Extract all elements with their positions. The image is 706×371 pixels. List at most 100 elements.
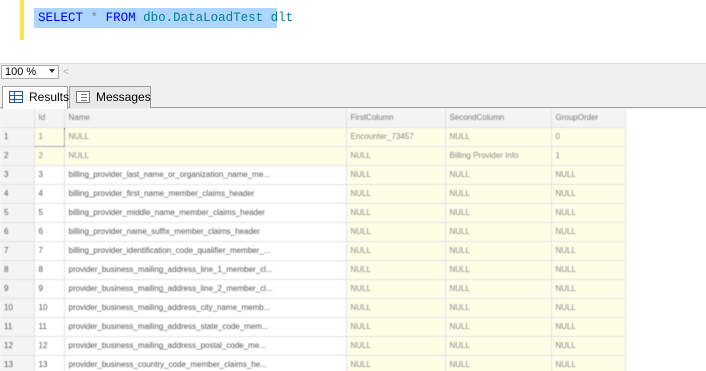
cell-firstcolumn[interactable]: NULL [346, 146, 446, 166]
cell-firstcolumn[interactable]: NULL [346, 222, 446, 242]
cell-secondcolumn[interactable]: NULL [445, 298, 552, 318]
table-row[interactable]: 5 5 billing_provider_middle_name_member_cl… [0, 203, 626, 223]
cell-grouporder[interactable]: NULL [551, 298, 626, 318]
row-number[interactable]: 2 [0, 146, 35, 166]
cell-id[interactable]: 4 [34, 184, 65, 204]
cell-name[interactable]: billing_provider_middle_name_member_clai… [64, 203, 347, 223]
cell-firstcolumn[interactable]: NULL [346, 260, 446, 280]
cell-id[interactable]: 7 [34, 241, 65, 261]
row-number[interactable]: 9 [0, 279, 35, 299]
cell-secondcolumn[interactable]: NULL [445, 260, 552, 280]
table-row[interactable]: 11 11 provider_business_mailing_address_st… [0, 317, 626, 337]
query-editor[interactable]: SELECT * FROM dbo.DataLoadTest dlt [0, 0, 706, 63]
cell-id[interactable]: 13 [34, 355, 65, 371]
cell-secondcolumn[interactable]: NULL [445, 184, 552, 204]
cell-name[interactable]: billing_provider_last_name_or_organizati… [64, 165, 347, 185]
scroll-left-icon[interactable]: < [63, 66, 69, 78]
cell-firstcolumn[interactable]: NULL [346, 165, 446, 185]
cell-name[interactable]: billing_provider_name_suffix_member_clai… [64, 222, 347, 242]
cell-secondcolumn[interactable]: NULL [445, 241, 552, 261]
column-header-firstcolumn[interactable]: FirstColumn [346, 109, 446, 128]
table-row[interactable]: 10 10 provider_business_mailing_address_ci… [0, 298, 626, 318]
tab-messages[interactable]: Messages [69, 86, 151, 108]
cell-name[interactable]: billing_provider_first_name_member_claim… [64, 184, 347, 204]
cell-id[interactable]: 12 [34, 336, 65, 356]
cell-name[interactable]: provider_business_country_code_member_cl… [64, 355, 347, 371]
cell-secondcolumn[interactable]: NULL [445, 279, 552, 299]
cell-secondcolumn[interactable]: NULL [445, 317, 552, 337]
cell-grouporder[interactable]: NULL [551, 336, 626, 356]
cell-grouporder[interactable]: NULL [551, 355, 626, 371]
column-header-id[interactable]: Id [34, 109, 65, 128]
cell-firstcolumn[interactable]: NULL [346, 279, 446, 299]
column-header-grouporder[interactable]: GroupOrder [551, 109, 626, 128]
cell-secondcolumn[interactable]: NULL [445, 203, 552, 223]
cell-secondcolumn[interactable]: NULL [445, 127, 552, 147]
cell-name[interactable]: billing_provider_identification_code_qua… [64, 241, 347, 261]
table-row[interactable]: 13 13 provider_business_country_code_membe… [0, 355, 626, 371]
cell-grouporder[interactable]: NULL [551, 203, 626, 223]
table-row[interactable]: 4 4 billing_provider_first_name_member_cla… [0, 184, 626, 204]
tab-results[interactable]: Results [2, 86, 69, 109]
table-row[interactable]: 7 7 billing_provider_identification_code_q… [0, 241, 626, 261]
cell-firstcolumn[interactable]: NULL [346, 336, 446, 356]
cell-firstcolumn[interactable]: NULL [346, 298, 446, 318]
cell-name[interactable]: provider_business_mailing_address_line_1… [64, 260, 347, 280]
cell-id[interactable]: 11 [34, 317, 65, 337]
cell-name[interactable]: NULL [64, 146, 347, 166]
row-number[interactable]: 7 [0, 241, 35, 261]
cell-secondcolumn[interactable]: NULL [445, 222, 552, 242]
cell-grouporder[interactable]: NULL [551, 184, 626, 204]
table-row[interactable]: 2 2 NULL NULL Billing Provider Info 1 [0, 146, 626, 166]
column-header-secondcolumn[interactable]: SecondColumn [445, 109, 552, 128]
cell-secondcolumn[interactable]: Billing Provider Info [445, 146, 552, 166]
table-row[interactable]: 12 12 provider_business_mailing_address_po… [0, 336, 626, 356]
cell-name[interactable]: provider_business_mailing_address_line_2… [64, 279, 347, 299]
sql-code-line[interactable]: SELECT * FROM dbo.DataLoadTest dlt [38, 10, 293, 26]
cell-id[interactable]: 8 [34, 260, 65, 280]
column-header-name[interactable]: Name [64, 109, 347, 128]
cell-id[interactable]: 3 [34, 165, 65, 185]
cell-firstcolumn[interactable]: NULL [346, 317, 446, 337]
table-row[interactable]: 9 9 provider_business_mailing_address_line… [0, 279, 626, 299]
table-row[interactable]: 6 6 billing_provider_name_suffix_member_cl… [0, 222, 626, 242]
row-number[interactable]: 4 [0, 184, 35, 204]
row-number[interactable]: 3 [0, 165, 35, 185]
cell-firstcolumn[interactable]: NULL [346, 203, 446, 223]
cell-id[interactable]: 10 [34, 298, 65, 318]
row-number[interactable]: 6 [0, 222, 35, 242]
cell-grouporder[interactable]: NULL [551, 260, 626, 280]
cell-id[interactable]: 9 [34, 279, 65, 299]
cell-id[interactable]: 5 [34, 203, 65, 223]
cell-secondcolumn[interactable]: NULL [445, 355, 552, 371]
row-number[interactable]: 12 [0, 336, 35, 356]
cell-grouporder[interactable]: NULL [551, 241, 626, 261]
table-row[interactable]: 8 8 provider_business_mailing_address_line… [0, 260, 626, 280]
results-grid[interactable]: Id Name FirstColumn SecondColumn GroupOr… [0, 109, 706, 371]
table-row[interactable]: 1 1 NULL Encounter_73457 NULL 0 [0, 126, 626, 147]
cell-grouporder[interactable]: 0 [551, 127, 626, 147]
cell-name[interactable]: provider_business_mailing_address_city_n… [64, 298, 347, 318]
row-number[interactable]: 8 [0, 260, 35, 280]
cell-id[interactable]: 6 [34, 222, 65, 242]
grid-corner[interactable] [0, 109, 35, 128]
cell-grouporder[interactable]: NULL [551, 317, 626, 337]
cell-name[interactable]: provider_business_mailing_address_postal… [64, 336, 347, 356]
cell-secondcolumn[interactable]: NULL [445, 336, 552, 356]
row-number[interactable]: 11 [0, 317, 35, 337]
cell-firstcolumn[interactable]: Encounter_73457 [346, 127, 446, 147]
cell-grouporder[interactable]: NULL [551, 222, 626, 242]
cell-id[interactable]: 2 [34, 146, 65, 166]
cell-grouporder[interactable]: NULL [551, 279, 626, 299]
row-number[interactable]: 5 [0, 203, 35, 223]
cell-name[interactable]: provider_business_mailing_address_state_… [64, 317, 347, 337]
cell-firstcolumn[interactable]: NULL [346, 184, 446, 204]
cell-grouporder[interactable]: NULL [551, 165, 626, 185]
zoom-dropdown[interactable]: 100 % [1, 65, 59, 79]
cell-firstcolumn[interactable]: NULL [346, 241, 446, 261]
cell-firstcolumn[interactable]: NULL [346, 355, 446, 371]
cell-secondcolumn[interactable]: NULL [445, 165, 552, 185]
cell-id[interactable]: 1 [33, 126, 65, 147]
cell-grouporder[interactable]: 1 [551, 146, 626, 166]
cell-name[interactable]: NULL [64, 127, 347, 147]
